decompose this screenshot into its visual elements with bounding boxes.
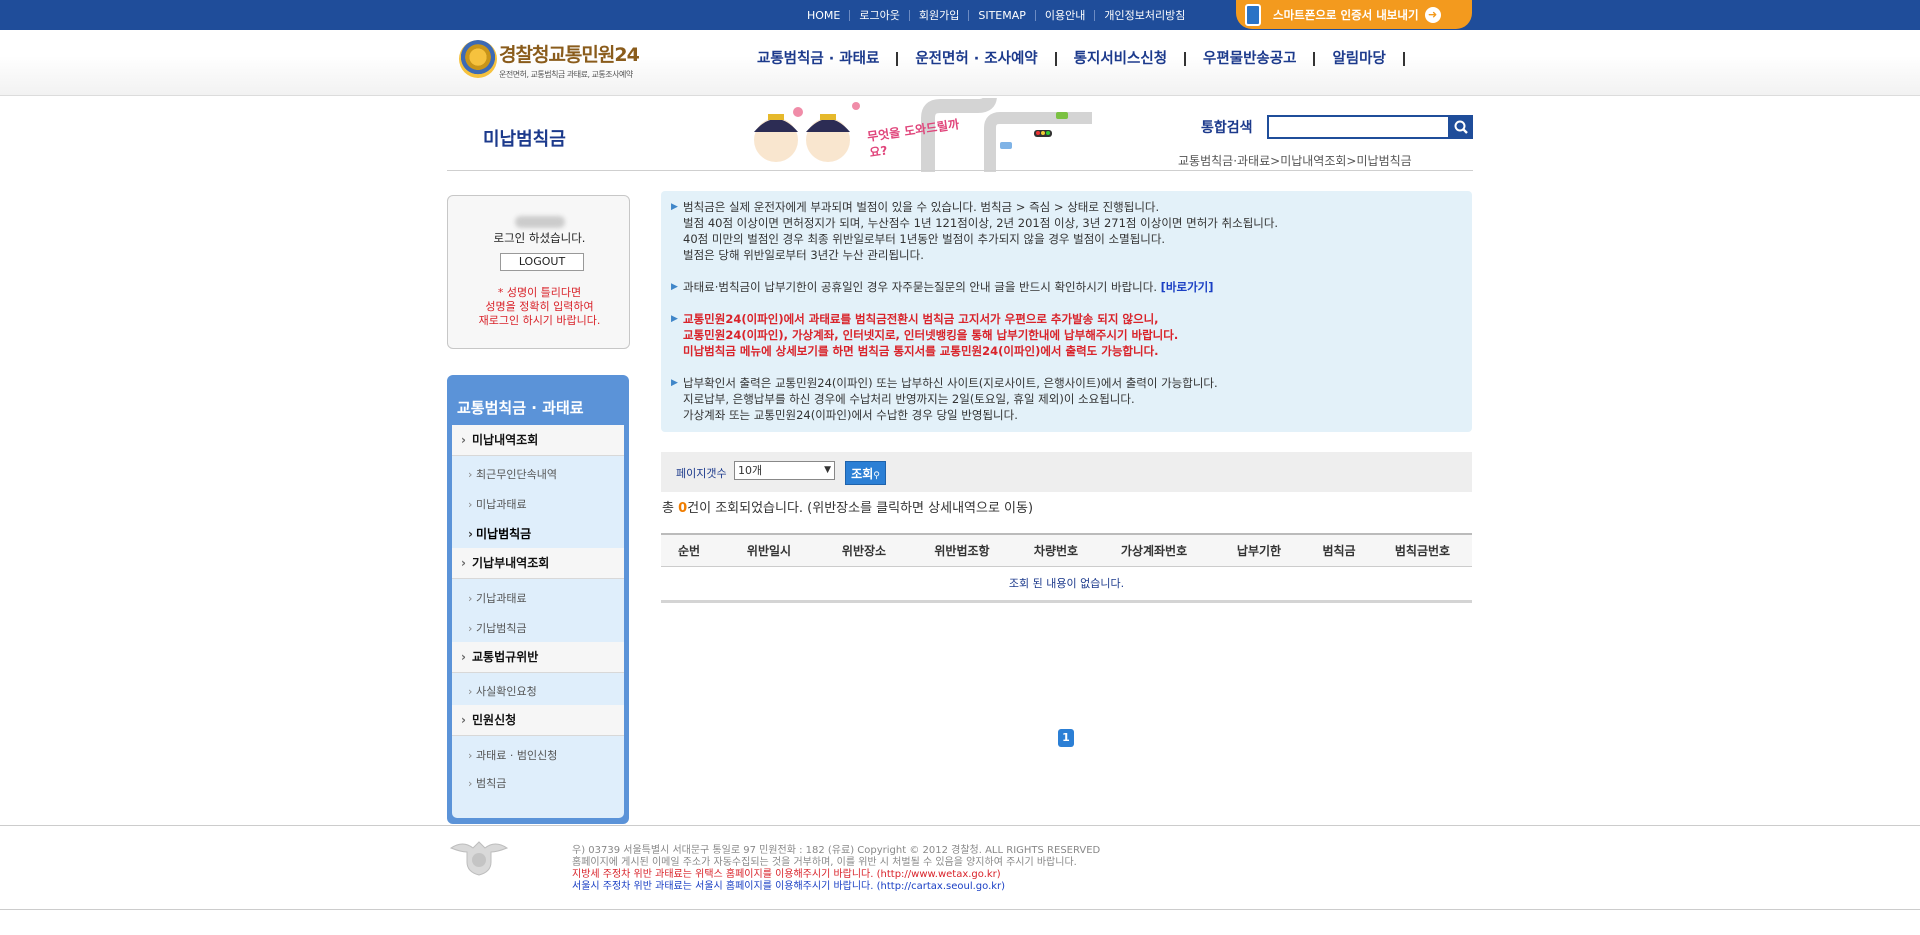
page-title: 미납범칙금 bbox=[483, 129, 566, 150]
col-law: 위반법조항 bbox=[934, 544, 990, 558]
result-count-prefix: 총 bbox=[662, 501, 679, 516]
col-date: 위반일시 bbox=[746, 544, 792, 558]
chevron-down-icon: ▼ bbox=[824, 465, 831, 475]
bullet-icon: ▶ bbox=[671, 202, 678, 212]
side-nav-menu: 미납내역조회 최근무인단속내역 미납과태료 미납범칙금 기납부내역조회 기납과태… bbox=[452, 425, 624, 818]
login-message: 로그인 하셨습니다. bbox=[493, 231, 586, 245]
home-link[interactable]: HOME bbox=[798, 10, 849, 21]
result-count-number: 0 bbox=[678, 501, 688, 516]
sidebar-item-unpaid[interactable]: 미납내역조회 bbox=[452, 425, 624, 456]
nav-fines[interactable]: 교통범칙금 · 과태료 bbox=[757, 52, 899, 66]
guide-link[interactable]: 이용안내 bbox=[1034, 9, 1094, 21]
sidebar-item-fact-check[interactable]: 사실확인요청 bbox=[452, 677, 624, 706]
nav-license[interactable]: 운전면허 · 조사예약 bbox=[915, 52, 1057, 66]
sidebar-item-paid-fine[interactable]: 기납범칙금 bbox=[452, 614, 624, 643]
bullet-icon: ▶ bbox=[671, 378, 678, 388]
sidebar-item-recent-unmanned[interactable]: 최근무인단속내역 bbox=[452, 460, 624, 489]
search-button[interactable] bbox=[1449, 115, 1473, 139]
page-size-select[interactable]: 10개 ▼ bbox=[734, 461, 835, 480]
sidebar-item-penalty-request[interactable]: 과태료 · 범인신청 bbox=[452, 741, 624, 770]
footer-seoul-note: 서울시 주정차 위반 과태료는 서울시 홈페이지를 이용해주시기 바랍니다. (… bbox=[572, 881, 1006, 892]
search-label: 통합검색 bbox=[1201, 120, 1253, 136]
query-button-label: 조회 bbox=[851, 467, 874, 481]
smartphone-icon bbox=[1245, 3, 1261, 26]
nav-notify[interactable]: 통지서비스신청 bbox=[1074, 52, 1187, 66]
col-account: 가상계좌번호 bbox=[1120, 544, 1188, 558]
side-nav: 교통범칙금 · 과태료 미납내역조회 최근무인단속내역 미납과태료 미납범칙금 … bbox=[447, 375, 629, 824]
col-amount: 범칙금 bbox=[1322, 544, 1356, 558]
search-icon bbox=[1454, 120, 1468, 134]
notice-conversion: 교통민원24(이파인)에서 과태료를 범칙금전환시 범칙금 고지서가 우편으로 … bbox=[683, 312, 1179, 358]
side-nav-title: 교통범칙금 · 과태료 bbox=[457, 399, 584, 417]
utility-links: HOME 로그아웃 회원가입 SITEMAP 이용안내 개인정보처리방침 bbox=[798, 0, 1194, 30]
result-count: 총 0건이 조회되었습니다. (위반장소를 클릭하면 상세내역으로 이동) bbox=[662, 497, 1033, 516]
magnifier-icon: ⚲ bbox=[873, 471, 880, 481]
sidebar-item-unpaid-penalty[interactable]: 미납과태료 bbox=[452, 490, 624, 519]
sitemap-link[interactable]: SITEMAP bbox=[968, 9, 1035, 21]
main-nav: 교통범칙금 · 과태료 운전면허 · 조사예약 통지서비스신청 우편물반송공고 … bbox=[757, 52, 1422, 66]
shortcut-link[interactable]: [바로가기] bbox=[1161, 280, 1214, 294]
table-empty-row: 조회 된 내용이 없습니다. bbox=[661, 567, 1472, 603]
sidebar-item-paid-penalty[interactable]: 기납과태료 bbox=[452, 584, 624, 613]
police-emblem-icon bbox=[459, 40, 497, 78]
privacy-link[interactable]: 개인정보처리방침 bbox=[1094, 9, 1194, 21]
sidebar-item-paid[interactable]: 기납부내역조회 bbox=[452, 548, 624, 579]
join-link[interactable]: 회원가입 bbox=[908, 9, 968, 21]
logo-title: 경찰청교통민원24 bbox=[499, 44, 640, 66]
col-place: 위반장소 bbox=[841, 544, 887, 558]
sidebar-item-unpaid-fine[interactable]: 미납범칙금 bbox=[452, 520, 624, 549]
query-button[interactable]: 조회⚲ bbox=[845, 461, 886, 485]
sidebar-item-fine-request[interactable]: 범칙금 bbox=[452, 769, 624, 798]
police-emblem-icon bbox=[449, 841, 509, 876]
divider bbox=[447, 170, 1473, 171]
bullet-icon: ▶ bbox=[671, 282, 678, 292]
sidebar-item-violation[interactable]: 교통법규위반 bbox=[452, 642, 624, 673]
site-header: 경찰청교통민원24 운전면허, 교통범칙금 과태료, 교통조사예약 교통범칙금 … bbox=[0, 30, 1920, 96]
sidebar-item-petition[interactable]: 민원신청 bbox=[452, 705, 624, 736]
notice-holiday-text: 과태료·범칙금이 납부기한이 공휴일인 경우 자주묻는질문의 안내 글을 반드시… bbox=[683, 280, 1157, 294]
utility-bar: HOME 로그아웃 회원가입 SITEMAP 이용안내 개인정보처리방침 스마트… bbox=[0, 0, 1920, 30]
col-seq: 순번 bbox=[677, 544, 701, 558]
col-due: 납부기한 bbox=[1236, 544, 1282, 558]
logout-link[interactable]: 로그아웃 bbox=[849, 9, 908, 21]
site-footer: 우) 03739 서울특별시 서대문구 통일로 97 민원전화 : 182 (유… bbox=[0, 825, 1920, 910]
notice-penalty-points: 범칙금은 실제 운전자에게 부과되며 벌점이 있을 수 있습니다. 범칙금 > … bbox=[683, 200, 1279, 262]
notice-box: ▶ 범칙금은 실제 운전자에게 부과되며 벌점이 있을 수 있습니다. 범칙금 … bbox=[661, 191, 1472, 432]
result-count-suffix: 건이 조회되었습니다. (위반장소를 클릭하면 상세내역으로 이동) bbox=[687, 501, 1034, 516]
search-input[interactable] bbox=[1267, 115, 1450, 139]
smartphone-cert-button[interactable]: 스마트폰으로 인증서 내보내기 ➜ bbox=[1236, 0, 1472, 29]
page-button-1[interactable]: 1 bbox=[1058, 729, 1074, 747]
breadcrumb: 교통범칙금·과태료>미납내역조회>미납범칙금 bbox=[1178, 154, 1412, 168]
notice-holiday: 과태료·범칙금이 납부기한이 공휴일인 경우 자주묻는질문의 안내 글을 반드시… bbox=[683, 279, 1214, 295]
nav-notice[interactable]: 알림마당 bbox=[1332, 52, 1405, 66]
arrow-right-icon: ➜ bbox=[1424, 6, 1441, 23]
page-size-label: 페이지갯수 bbox=[676, 467, 727, 480]
bullet-icon: ▶ bbox=[671, 314, 678, 324]
logout-button[interactable]: LOGOUT bbox=[500, 253, 584, 271]
col-vehicle: 차량번호 bbox=[1033, 544, 1079, 558]
nav-returned-mail[interactable]: 우편물반송공고 bbox=[1203, 52, 1316, 66]
smartphone-cert-label: 스마트폰으로 인증서 내보내기 bbox=[1273, 7, 1419, 22]
notice-receipt: 납부확인서 출력은 교통민원24(이파인) 또는 납부하신 사이트(지로사이트,… bbox=[683, 376, 1218, 422]
login-note: * 성명이 틀리다면 성명을 정확히 입력하여 재로그인 하시기 바랍니다. bbox=[478, 286, 601, 327]
col-fine-no: 범칙금번호 bbox=[1394, 544, 1451, 558]
mascot-banner: 무엇을 도와드릴까요? bbox=[738, 95, 1092, 172]
table-header: 순번 위반일시 위반장소 위반법조항 차량번호 가상계좌번호 납부기한 범칙금 … bbox=[661, 533, 1472, 567]
login-box: 로그인 하셨습니다. LOGOUT * 성명이 틀리다면 성명을 정확히 입력하… bbox=[447, 195, 630, 349]
site-logo[interactable]: 경찰청교통민원24 운전면허, 교통범칙금 과태료, 교통조사예약 bbox=[459, 38, 685, 82]
logo-subtitle: 운전면허, 교통범칙금 과태료, 교통조사예약 bbox=[499, 70, 633, 79]
user-name-blurred bbox=[515, 216, 565, 228]
list-controls: 페이지갯수 10개 ▼ 조회⚲ bbox=[661, 452, 1472, 492]
page-size-value: 10개 bbox=[738, 464, 763, 477]
